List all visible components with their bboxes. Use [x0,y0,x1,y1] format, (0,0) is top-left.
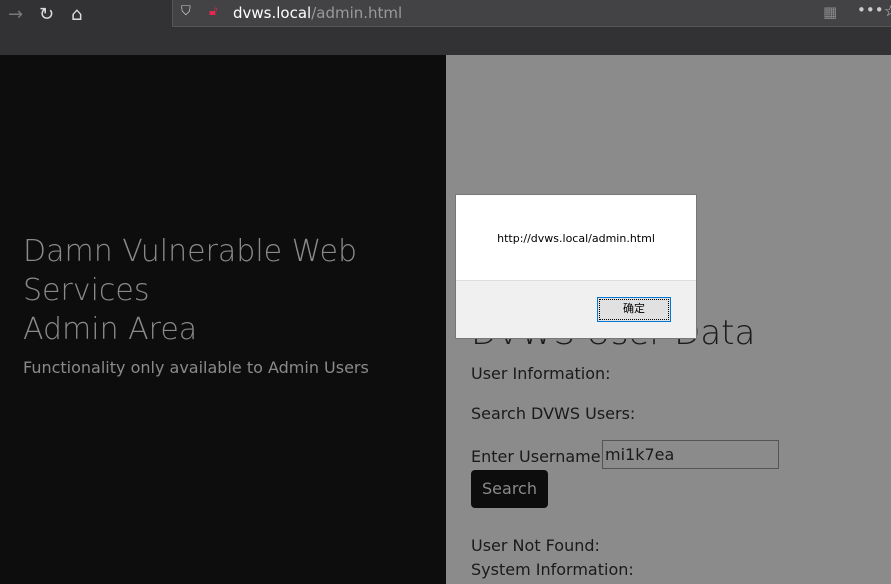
system-info-label: System Information: [471,560,634,579]
more-icon[interactable]: ••• [857,1,884,19]
ok-button[interactable]: 确定 [597,297,671,322]
url-text[interactable]: dvws.local/admin.html [233,4,402,22]
alert-dialog: http://dvws.local/admin.html 确定 [455,194,697,339]
search-button[interactable]: Search [471,470,548,508]
title-line: Damn Vulnerable Web [23,234,358,269]
user-info-label: User Information: [471,364,611,383]
forward-icon[interactable]: → [8,4,23,25]
url-bar[interactable]: ⛉ 🔓︎ dvws.local/admin.html ▦ ••• ☆ [172,0,891,27]
url-path: /admin.html [311,4,403,22]
username-input[interactable]: mi1k7ea [602,440,779,469]
home-icon[interactable]: ⌂ [71,4,82,25]
qr-code-icon[interactable]: ▦ [823,3,837,21]
shield-icon[interactable]: ⛉ [181,4,191,19]
url-host: dvws.local [233,4,312,22]
site-subtitle: Functionality only available to Admin Us… [23,358,369,377]
title-line: Admin Area [23,312,198,347]
browser-toolbar: → ↻ ⌂ ⛉ 🔓︎ dvws.local/admin.html ▦ ••• ☆ [0,0,891,55]
site-title: Damn Vulnerable Web Services Admin Area [23,232,423,349]
reload-icon[interactable]: ↻ [39,4,54,25]
bookmark-star-icon[interactable]: ☆ [884,2,891,20]
alert-message: http://dvws.local/admin.html [456,195,696,281]
user-not-found-text: User Not Found: [471,536,600,555]
insecure-lock-icon[interactable]: 🔓︎ [209,4,217,19]
title-line: Services [23,273,150,308]
username-label: Enter Username: [471,447,606,466]
search-label: Search DVWS Users: [471,404,636,423]
